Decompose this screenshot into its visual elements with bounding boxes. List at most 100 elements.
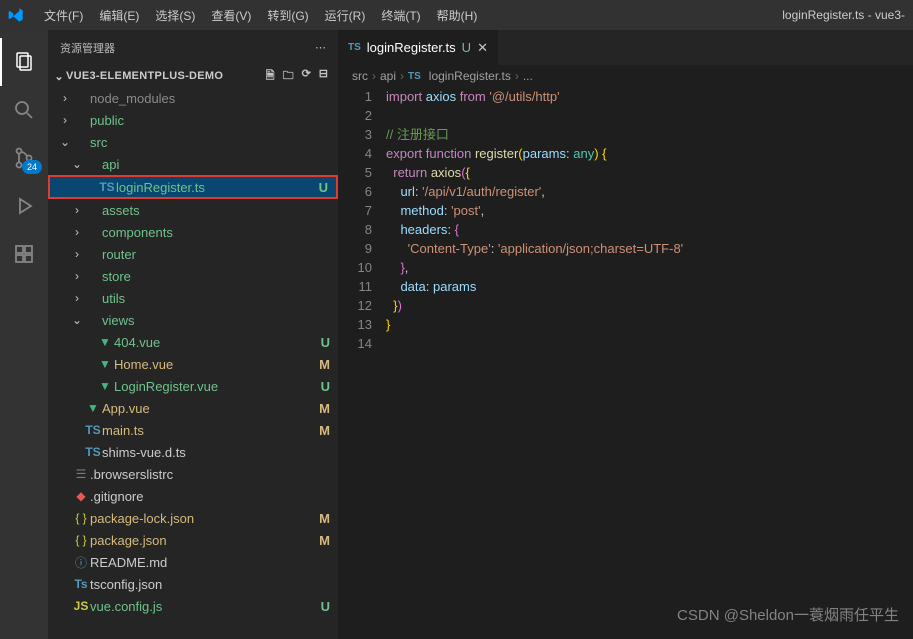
- git-status: U: [314, 379, 330, 394]
- activity-search[interactable]: [0, 86, 48, 134]
- git-icon: ◆: [72, 489, 90, 503]
- tree-label: public: [90, 113, 314, 128]
- file-tree: ›node_modules›public⌄src⌄apiTSloginRegis…: [48, 87, 338, 639]
- ts-icon: TS: [348, 42, 361, 53]
- sidebar-more-icon[interactable]: ⋯: [315, 41, 326, 54]
- twisty-icon: ›: [70, 225, 84, 239]
- menu-文件(F)[interactable]: 文件(F): [36, 7, 91, 24]
- code-editor[interactable]: 1234567891011121314 import axios from '@…: [338, 87, 913, 639]
- menu-运行(R)[interactable]: 运行(R): [317, 7, 374, 24]
- tree-item-.browserslistrc[interactable]: ☰.browserslistrc: [48, 463, 338, 485]
- tree-item-vue.config.js[interactable]: JSvue.config.jsU: [48, 595, 338, 617]
- tree-item-package-lock.json[interactable]: { }package-lock.jsonM: [48, 507, 338, 529]
- breadcrumb-item[interactable]: ...: [523, 69, 533, 83]
- tree-item-store[interactable]: ›store: [48, 265, 338, 287]
- tree-label: views: [102, 313, 314, 328]
- line-numbers: 1234567891011121314: [338, 87, 386, 639]
- tree-label: .browserslistrc: [90, 467, 314, 482]
- vue-icon: ▼: [96, 379, 114, 393]
- explorer-section-header[interactable]: ⌄ VUE3-ELEMENTPLUS-DEMO 🗎 🗀 ⟳ ⊟: [48, 65, 338, 87]
- breadcrumb-item[interactable]: loginRegister.ts: [429, 69, 511, 83]
- tree-label: src: [90, 135, 314, 150]
- tree-item-Home.vue[interactable]: ▼Home.vueM: [48, 353, 338, 375]
- tree-item-package.json[interactable]: { }package.jsonM: [48, 529, 338, 551]
- window-title: loginRegister.ts - vue3-: [782, 8, 905, 22]
- tree-label: App.vue: [102, 401, 314, 416]
- activity-debug[interactable]: [0, 182, 48, 230]
- menu-帮助(H)[interactable]: 帮助(H): [429, 7, 486, 24]
- tree-label: README.md: [90, 555, 314, 570]
- menu-转到(G)[interactable]: 转到(G): [259, 7, 316, 24]
- tree-label: utils: [102, 291, 314, 306]
- tree-item-assets[interactable]: ›assets: [48, 199, 338, 221]
- git-status: U: [314, 599, 330, 614]
- tree-item-public[interactable]: ›public: [48, 109, 338, 131]
- activity-bar: 24: [0, 30, 48, 639]
- activity-scm[interactable]: 24: [0, 134, 48, 182]
- new-file-icon[interactable]: 🗎: [266, 67, 275, 86]
- close-icon[interactable]: ✕: [477, 40, 488, 56]
- git-status: U: [312, 180, 328, 195]
- git-status: M: [314, 533, 330, 548]
- vue-icon: ▼: [84, 401, 102, 415]
- tree-label: store: [102, 269, 314, 284]
- ts-icon: TS: [84, 423, 102, 437]
- chevron-down-icon: ⌄: [52, 70, 66, 83]
- git-status: M: [314, 357, 330, 372]
- tree-item-loginRegister.ts[interactable]: TSloginRegister.tsU: [48, 175, 338, 199]
- tree-item-components[interactable]: ›components: [48, 221, 338, 243]
- js-icon: JS: [72, 599, 90, 613]
- tree-item-utils[interactable]: ›utils: [48, 287, 338, 309]
- tree-item-.gitignore[interactable]: ◆.gitignore: [48, 485, 338, 507]
- tree-item-api[interactable]: ⌄api: [48, 153, 338, 175]
- collapse-all-icon[interactable]: ⊟: [319, 67, 328, 86]
- breadcrumb[interactable]: src›api›TSloginRegister.ts›...: [338, 65, 913, 87]
- activity-explorer[interactable]: [0, 38, 48, 86]
- workspace-name: VUE3-ELEMENTPLUS-DEMO: [66, 70, 266, 82]
- tree-item-tsconfig.json[interactable]: Tstsconfig.json: [48, 573, 338, 595]
- twisty-icon: ›: [70, 247, 84, 261]
- tree-item-App.vue[interactable]: ▼App.vueM: [48, 397, 338, 419]
- tab-loginregister[interactable]: TS loginRegister.ts U ✕: [338, 30, 499, 65]
- menu-查看(V)[interactable]: 查看(V): [203, 7, 259, 24]
- tree-item-views[interactable]: ⌄ views: [48, 309, 338, 331]
- twisty-icon: ⌄: [70, 313, 84, 327]
- tree-item-shims-vue.d.ts[interactable]: TSshims-vue.d.ts: [48, 441, 338, 463]
- new-folder-icon[interactable]: 🗀: [283, 67, 294, 86]
- tree-item-router[interactable]: ›router: [48, 243, 338, 265]
- vue-icon: ▼: [96, 335, 114, 349]
- tree-label: vue.config.js: [90, 599, 314, 614]
- refresh-icon[interactable]: ⟳: [302, 67, 311, 86]
- sidebar: 资源管理器 ⋯ ⌄ VUE3-ELEMENTPLUS-DEMO 🗎 🗀 ⟳ ⊟ …: [48, 30, 338, 639]
- breadcrumb-item[interactable]: api: [380, 69, 396, 83]
- breadcrumb-item[interactable]: src: [352, 69, 368, 83]
- menu-编辑(E)[interactable]: 编辑(E): [91, 7, 147, 24]
- activity-extensions[interactable]: [0, 230, 48, 278]
- twisty-icon: ⌄: [58, 135, 72, 149]
- tree-label: api: [102, 157, 314, 172]
- tree-item-node_modules[interactable]: ›node_modules: [48, 87, 338, 109]
- tree-label: package-lock.json: [90, 511, 314, 526]
- tree-label: node_modules: [90, 91, 314, 106]
- editor-tabs: TS loginRegister.ts U ✕: [338, 30, 913, 65]
- sidebar-title: 资源管理器: [60, 40, 315, 56]
- json-icon: { }: [72, 533, 90, 547]
- menu-选择(S)[interactable]: 选择(S): [147, 7, 203, 24]
- git-status: M: [314, 401, 330, 416]
- ts-icon: TS: [98, 180, 116, 194]
- tab-label: loginRegister.ts: [367, 40, 456, 55]
- json-icon: { }: [72, 511, 90, 525]
- tab-status: U: [462, 40, 471, 55]
- tree-item-404.vue[interactable]: ▼404.vueU: [48, 331, 338, 353]
- tree-item-main.ts[interactable]: TSmain.tsM: [48, 419, 338, 441]
- menu-终端(T)[interactable]: 终端(T): [373, 7, 428, 24]
- menubar: 文件(F)编辑(E)选择(S)查看(V)转到(G)运行(R)终端(T)帮助(H)…: [0, 0, 913, 30]
- tree-label: Home.vue: [114, 357, 314, 372]
- vue-icon: ▼: [96, 357, 114, 371]
- git-status: M: [314, 423, 330, 438]
- scm-badge: 24: [22, 160, 42, 174]
- tree-item-LoginRegister.vue[interactable]: ▼LoginRegister.vueU: [48, 375, 338, 397]
- tree-item-src[interactable]: ⌄ src: [48, 131, 338, 153]
- code-lines[interactable]: import axios from '@/utils/http' // 注册接口…: [386, 87, 913, 639]
- tree-item-README.md[interactable]: ⓘREADME.md: [48, 551, 338, 573]
